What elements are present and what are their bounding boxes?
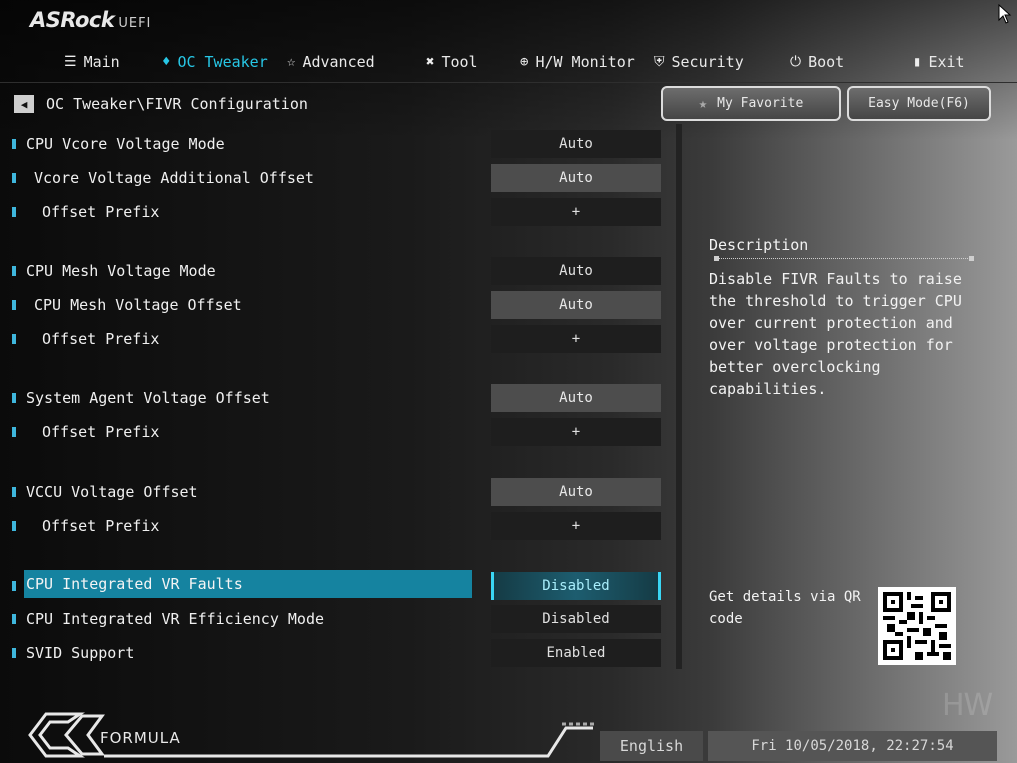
exit-icon: ▮ [913,54,922,70]
setting-row[interactable]: CPU Mesh Voltage Offset Auto [0,289,680,321]
language-selector[interactable]: English [600,731,703,761]
tab-exit[interactable]: ▮ Exit [913,47,965,77]
info-marker [12,266,16,276]
description-title: Description [709,236,809,254]
mouse-cursor-icon [998,4,1012,24]
info-marker [12,300,16,310]
setting-row[interactable]: VCCU Voltage Offset Auto [0,476,680,508]
setting-value[interactable]: + [491,512,661,540]
setting-row[interactable]: Offset Prefix + [0,416,680,448]
tab-boot[interactable]: ⏻ Boot [790,47,844,77]
setting-value[interactable]: Auto [491,384,661,412]
scrollbar[interactable] [676,124,682,669]
my-favorite-button[interactable]: ★ My Favorite [661,86,841,121]
info-marker [12,648,16,658]
settings-list: CPU Vcore Voltage Mode Auto Vcore Voltag… [0,0,680,763]
datetime-display: Fri 10/05/2018, 22:27:54 [708,731,997,761]
hw-watermark: HW [942,688,993,723]
setting-value[interactable]: Auto [491,478,661,506]
setting-value[interactable]: + [491,325,661,353]
setting-row[interactable]: Offset Prefix + [0,510,680,542]
info-marker [12,427,16,437]
qr-code-icon [878,587,956,665]
setting-row[interactable]: CPU Vcore Voltage Mode Auto [0,128,680,160]
power-icon: ⏻ [790,54,802,70]
easy-mode-button[interactable]: Easy Mode(F6) [847,86,991,121]
setting-value[interactable]: Disabled [491,605,661,633]
setting-value[interactable]: Auto [491,164,661,192]
setting-row[interactable]: Offset Prefix + [0,196,680,228]
setting-value[interactable]: Auto [491,130,661,158]
info-marker [12,173,16,183]
info-marker [12,139,16,149]
qr-caption: Get details via QR code [709,589,861,627]
info-marker [12,487,16,497]
info-marker [12,334,16,344]
description-text: Disable FIVR Faults to raise the thresho… [709,270,962,398]
info-marker [12,393,16,403]
setting-row[interactable]: Offset Prefix + [0,323,680,355]
setting-value[interactable]: Disabled [491,572,661,600]
setting-value[interactable]: Auto [491,257,661,285]
setting-value[interactable]: Enabled [491,639,661,667]
setting-row[interactable]: CPU Mesh Voltage Mode Auto [0,255,680,287]
setting-row[interactable]: System Agent Voltage Offset Auto [0,382,680,414]
setting-value[interactable]: + [491,198,661,226]
info-marker [12,614,16,624]
info-marker [12,581,16,591]
setting-row-selected[interactable]: CPU Integrated VR Faults Disabled [0,570,680,602]
setting-row[interactable]: CPU Integrated VR Efficiency Mode Disabl… [0,603,680,635]
description-divider [714,256,974,261]
info-marker [12,207,16,217]
setting-row[interactable]: SVID Support Enabled [0,637,680,669]
info-marker [12,521,16,531]
star-icon: ★ [698,95,708,112]
formula-brand: FORMULA [100,729,181,747]
setting-value[interactable]: + [491,418,661,446]
setting-value[interactable]: Auto [491,291,661,319]
setting-row[interactable]: Vcore Voltage Additional Offset Auto [0,162,680,194]
